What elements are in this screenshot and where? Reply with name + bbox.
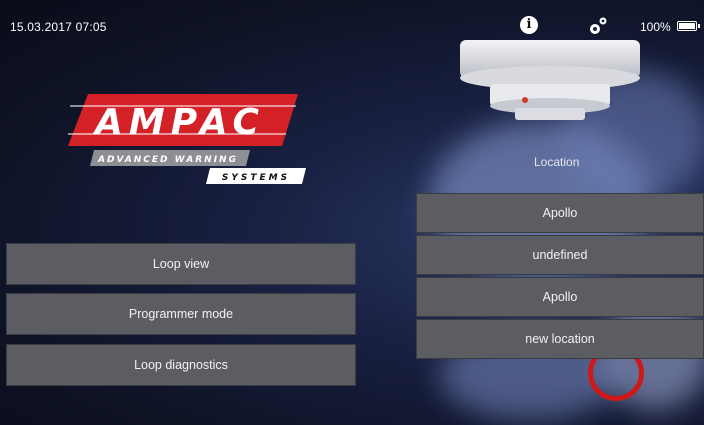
location-title: Location <box>534 155 580 169</box>
location-option[interactable]: new location <box>416 319 704 359</box>
loop-diagnostics-button[interactable]: Loop diagnostics <box>6 344 356 386</box>
smoke-detector-image <box>460 40 640 120</box>
logo-wordmark: AMPAC <box>92 102 265 143</box>
status-bar: 15.03.2017 07:05 i 100% <box>0 0 704 50</box>
battery-fill <box>679 23 695 29</box>
location-option[interactable]: Apollo <box>416 193 704 233</box>
device-screen: 15.03.2017 07:05 i 100% AMPAC ADVANCED W… <box>0 0 704 425</box>
location-option[interactable]: Apollo <box>416 277 704 317</box>
ampac-logo: AMPAC ADVANCED WARNING SYSTEMS <box>68 94 306 184</box>
info-icon[interactable]: i <box>520 16 538 34</box>
logo-tagline-2: SYSTEMS <box>222 173 290 183</box>
logo-tagline-1: ADVANCED WARNING <box>97 155 238 165</box>
location-option[interactable]: undefined <box>416 235 704 275</box>
gear-icon[interactable] <box>586 14 610 38</box>
datetime-label: 15.03.2017 07:05 <box>10 20 107 34</box>
battery-icon <box>677 21 700 31</box>
programmer-mode-button[interactable]: Programmer mode <box>6 293 356 335</box>
loop-view-button[interactable]: Loop view <box>6 243 356 285</box>
battery-percent: 100% <box>640 20 671 34</box>
